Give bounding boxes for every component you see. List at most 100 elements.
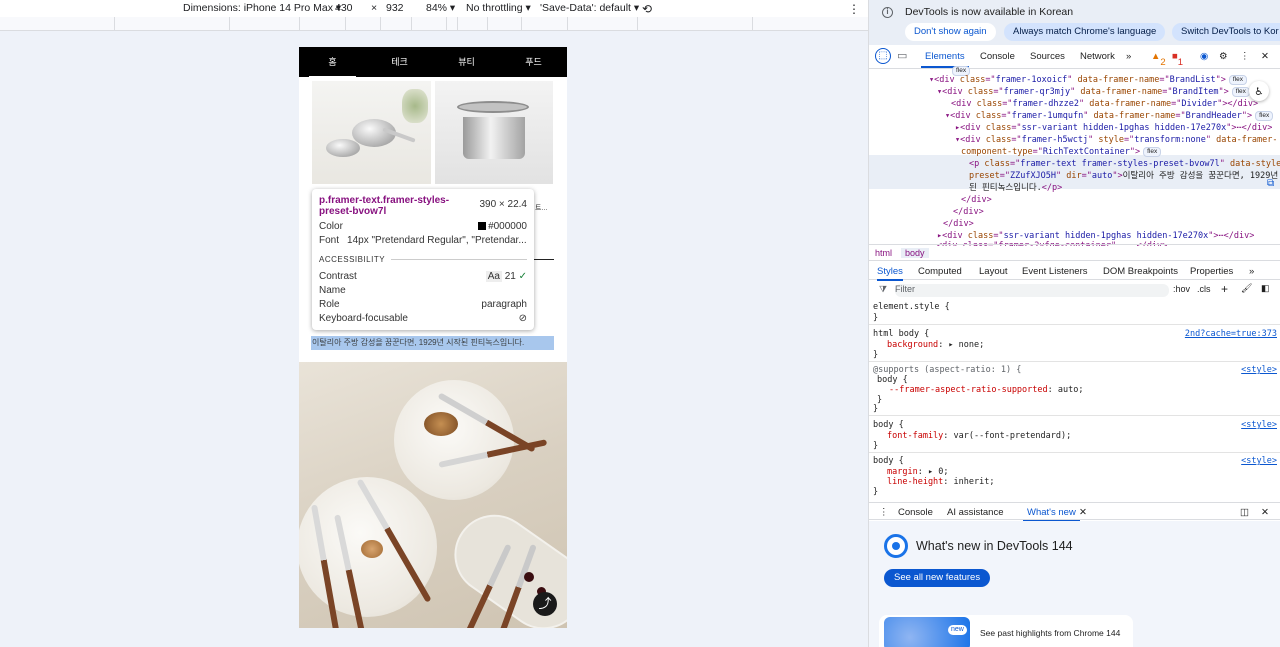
rule-divider [869,324,1280,325]
device-dimensions-select[interactable]: Dimensions: iPhone 14 Pro Max ▾ [183,2,341,14]
drawer-menu-icon[interactable]: ⋮ [879,507,889,518]
past-highlights-card[interactable]: new See past highlights from Chrome 144 [879,615,1133,647]
contrast-ratio: 21 [504,271,516,282]
device-toggle-icon[interactable]: ▭ [897,49,907,62]
close-drawer-icon[interactable]: ✕ [1261,507,1269,518]
tab-dom-breakpoints[interactable]: DOM Breakpoints [1103,266,1178,277]
share-icon[interactable]: ⤴ [533,592,557,616]
style-source-link[interactable]: <style> [1241,456,1277,466]
styles-filter-bar: ⧩ Filter :hov .cls + 🖌 ◧ [869,282,1280,298]
see-all-features-button[interactable]: See all new features [884,569,991,587]
dom-node-brandheader[interactable]: ▾<div class="framer-1umqufn" data-framer… [945,110,1274,122]
styles-filter-input[interactable]: Filter [895,284,1169,297]
margin-declaration[interactable]: margin: ▸ 0; [887,467,948,477]
match-language-button[interactable]: Always match Chrome's language [1004,23,1166,41]
cls-toggle[interactable]: .cls [1197,284,1211,294]
tooltip-selector: p.framer-text.framer-styles-preset-bvow7… [319,195,450,217]
site-tab-home[interactable]: 홈 [299,47,366,77]
tab-console[interactable]: Console [980,51,1015,62]
font-family-declaration[interactable]: font-family: var(--font-pretendard); [887,431,1071,441]
warnings-badge[interactable]: ▲ 2 [1151,51,1166,68]
copy-icon[interactable]: ⧉ [1267,178,1274,190]
tab-properties[interactable]: Properties [1190,266,1233,277]
tab-network[interactable]: Network [1080,51,1115,62]
dom-node-divider[interactable]: <div class="framer-dhzze2" data-framer-n… [951,98,1258,110]
tab-computed[interactable]: Computed [918,266,962,277]
aspect-ratio-declaration[interactable]: --framer-aspect-ratio-supported: auto; [889,385,1083,395]
throttling-value: No throttling [466,2,523,14]
html-body-source-link[interactable]: 2nd?cache=true:373 [1185,329,1277,339]
past-highlights-link[interactable]: See past highlights from Chrome 144 [980,628,1120,638]
zoom-select[interactable]: 84% ▾ [426,2,455,14]
language-infobar: i DevTools is now available in Korean Do… [869,0,1280,45]
more-tabs-icon[interactable]: » [1126,51,1131,62]
site-tab-beauty[interactable]: 뷰티 [433,47,500,77]
color-swatch-icon [478,222,487,230]
filter-icon: ⧩ [879,284,888,294]
infobar-message: DevTools is now available in Korean [905,6,1074,18]
dock-drawer-icon[interactable]: ◫ [1240,507,1249,518]
dom-node-brandlist[interactable]: ▾<div class="framer-1oxoicf" data-framer… [929,74,1248,86]
dom-node-paragraph[interactable]: <p class="framer-text framer-styles-pres… [969,158,1280,170]
close-devtools-icon[interactable]: ✕ [1261,51,1269,62]
drawer-tab-console[interactable]: Console [898,507,933,518]
dom-close-div: </div> [953,207,984,217]
style-source-link[interactable]: <style> [1241,420,1277,430]
ai-assistance-icon[interactable]: ◉ [1200,51,1208,62]
html-body-selector[interactable]: html body { [873,329,929,339]
tab-sources[interactable]: Sources [1030,51,1065,62]
site-tab-tech[interactable]: 테크 [366,47,433,77]
tab-elements[interactable]: Elements [921,51,969,68]
site-tab-food[interactable]: 푸드 [500,47,567,77]
highlighted-paragraph[interactable]: 이탈리아 주방 감성을 꿈꾼다면, 1929년 시작된 핀티녹스입니다. [311,336,554,350]
product-image-cookware-set[interactable] [312,81,431,184]
zoom-value: 84% [426,2,448,14]
errors-badge[interactable]: ■ 1 [1172,51,1183,68]
tooltip-contrast-label: Contrast [319,271,357,282]
device-viewport-area: Dimensions: iPhone 14 Pro Max ▾ 430 × 93… [0,0,868,647]
rule-close: } [873,487,879,497]
more-options-icon[interactable]: ⋮ [848,2,860,16]
body-selector[interactable]: body { [877,375,908,385]
close-tab-icon[interactable]: ✕ [1079,507,1087,518]
tab-layout[interactable]: Layout [979,266,1008,277]
style-source-link[interactable]: <style> [1241,365,1277,375]
hov-toggle[interactable]: :hov [1173,284,1190,294]
height-input[interactable]: 932 [386,2,404,14]
customize-menu-icon[interactable]: ⋮ [1240,51,1250,62]
product-image-stock-pot[interactable] [435,81,553,184]
element-style-rule[interactable]: element.style { [873,302,950,312]
width-input[interactable]: 430 [335,2,353,14]
dom-close-div: </div> [961,195,992,205]
devtools-panel: i DevTools is now available in Korean Do… [868,0,1280,647]
inspect-element-icon[interactable]: ⬚ [875,48,891,64]
line-height-declaration[interactable]: line-height: inherit; [887,477,995,487]
sidebar-toggle-icon[interactable]: ◧ [1261,283,1270,294]
rotate-icon[interactable]: ⟲ [642,2,652,16]
body-selector[interactable]: body { [873,420,904,430]
dom-node-richtextcontainer[interactable]: ▾<div class="framer-h5wctj" style="trans… [955,134,1278,146]
switch-language-button[interactable]: Switch DevTools to Kor [1172,23,1280,41]
dont-show-again-button[interactable]: Don't show again [905,23,996,41]
drawer-tabbar: ⋮ Console AI assistance What's new ✕ ◫ ✕ [869,502,1280,522]
new-rule-icon[interactable]: + [1221,282,1228,296]
background-declaration[interactable]: background: ▸ none; [887,340,984,350]
throttling-select[interactable]: No throttling ▾ [466,2,531,14]
tab-styles[interactable]: Styles [877,266,903,281]
cutlery-photo[interactable]: ⤴ [299,362,567,628]
save-data-select[interactable]: 'Save-Data': default ▾ [540,2,639,14]
breadcrumb-html[interactable]: html [875,248,892,258]
inspect-tooltip: p.framer-text.framer-styles-preset-bvow7… [312,189,534,330]
drawer-tab-ai-assistance[interactable]: AI assistance [947,507,1004,518]
drawer-tab-whats-new[interactable]: What's new [1023,507,1080,522]
divider-line [534,259,554,260]
paint-icon[interactable]: 🖌 [1241,283,1252,294]
more-style-tabs-icon[interactable]: » [1249,266,1254,277]
body-selector[interactable]: body { [873,456,904,466]
dom-node-ssr-variant[interactable]: ▸<div class="ssr-variant hidden-1pghas h… [955,122,1272,134]
breadcrumb-body[interactable]: body [901,248,929,258]
dom-node-branditem[interactable]: ▾<div class="framer-qr3mjy" data-framer-… [937,86,1250,98]
tab-event-listeners[interactable]: Event Listeners [1022,266,1087,277]
settings-gear-icon[interactable]: ⚙ [1219,51,1228,62]
accessibility-tree-icon[interactable]: ♿ [1249,81,1269,101]
